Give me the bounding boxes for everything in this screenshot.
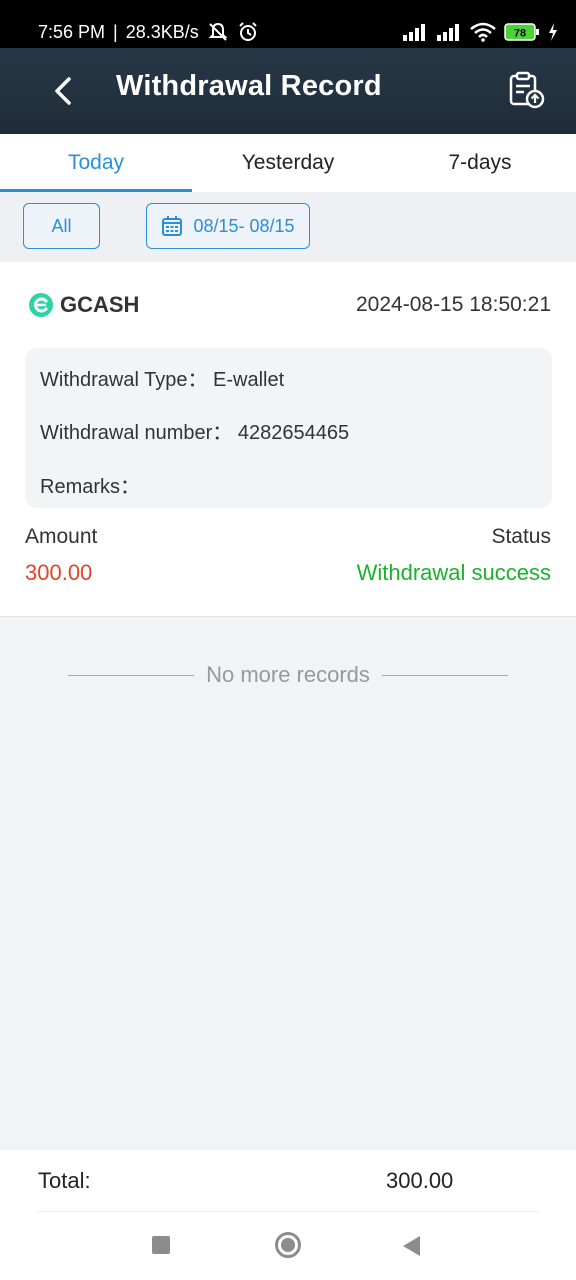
export-record-button[interactable] <box>506 70 546 110</box>
mute-bell-icon <box>207 21 229 43</box>
date-range-text: 08/15- 08/15 <box>193 215 295 236</box>
withdrawal-type-row: Withdrawal Type： E-wallet <box>40 363 284 392</box>
network-speed: 28.3KB/s <box>125 21 199 42</box>
recents-button[interactable] <box>152 1236 170 1254</box>
status-value: Withdrawal success <box>356 560 551 585</box>
battery-icon: 78 <box>504 23 540 41</box>
withdrawal-type-label: Withdrawal Type： <box>40 369 208 391</box>
withdrawal-record-card[interactable]: GCASH 2024-08-15 18:50:21 Withdrawal Typ… <box>0 262 576 617</box>
system-nav-bar <box>0 1212 576 1280</box>
provider-name: GCASH <box>60 292 140 317</box>
app-header: Withdrawal Record <box>0 48 576 134</box>
signal-icon <box>436 23 462 41</box>
provider: GCASH <box>28 292 139 318</box>
withdrawal-number-row: Withdrawal number： 4282654465 <box>40 416 349 445</box>
record-details: Withdrawal Type： E-wallet Withdrawal num… <box>25 348 552 508</box>
amount-label: Amount <box>25 525 98 548</box>
back-button[interactable] <box>46 74 80 108</box>
no-more-records: No more records <box>68 660 508 690</box>
charging-icon <box>548 23 558 41</box>
status-time: 7:56 PM <box>38 21 106 42</box>
signal-icon <box>402 23 428 41</box>
remarks-row: Remarks： <box>40 470 140 499</box>
wifi-icon <box>470 22 496 42</box>
chevron-left-icon <box>55 77 71 105</box>
all-filter-button[interactable]: All <box>23 203 100 249</box>
clipboard-upload-icon <box>509 71 545 109</box>
tab-yesterday[interactable]: Yesterday <box>192 134 384 192</box>
withdrawal-number-label: Withdrawal number： <box>40 422 233 444</box>
total-value: 300.00 <box>386 1168 454 1193</box>
page-title: Withdrawal Record <box>116 70 382 102</box>
date-tabs: Today Yesterday 7-days <box>0 134 576 192</box>
home-button[interactable] <box>275 1232 301 1258</box>
date-range-button[interactable]: 08/15- 08/15 <box>146 203 310 249</box>
divider <box>381 674 508 676</box>
filter-row: All 08/15- 08/15 <box>0 192 576 262</box>
status-label: Status <box>491 525 551 548</box>
tab-today[interactable]: Today <box>0 134 192 192</box>
amount-value: 300.00 <box>25 560 93 585</box>
withdrawal-type-value: E-wallet <box>213 369 285 391</box>
withdrawal-number-value: 4282654465 <box>237 422 350 444</box>
calendar-icon <box>162 216 183 236</box>
tab-7-days[interactable]: 7-days <box>384 134 576 192</box>
alarm-icon <box>237 21 259 43</box>
svg-text:78: 78 <box>514 28 526 40</box>
total-label: Total: <box>38 1168 91 1193</box>
gcash-logo-icon <box>29 293 53 317</box>
total-bar: Total: 300.00 <box>0 1150 576 1212</box>
no-more-text: No more records <box>206 662 370 687</box>
divider <box>68 674 195 676</box>
record-datetime: 2024-08-15 18:50:21 <box>356 293 551 316</box>
system-back-button[interactable] <box>403 1236 420 1256</box>
remarks-label: Remarks： <box>40 476 141 498</box>
